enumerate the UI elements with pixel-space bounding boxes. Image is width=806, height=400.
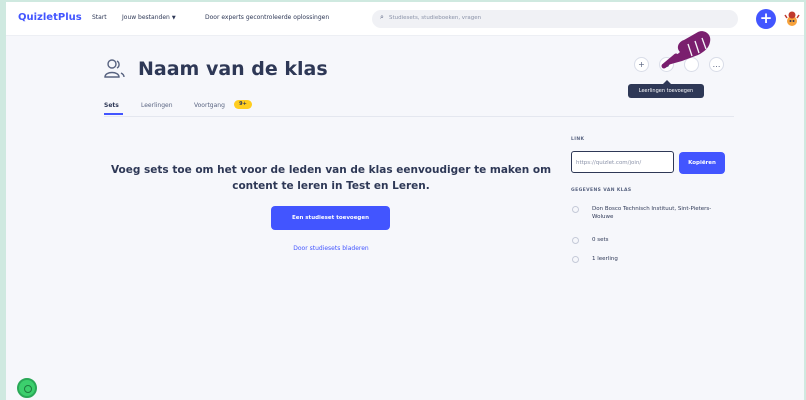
- browse-study-sets-link[interactable]: Door studiesets bladeren: [256, 245, 406, 252]
- search-placeholder: Studiesets, studieboeken, vragen: [389, 15, 482, 21]
- sets-icon: [572, 237, 579, 244]
- class-title: Naam van de klas: [138, 58, 328, 80]
- nav-your-files[interactable]: Jouw bestanden ▼: [122, 14, 176, 21]
- tab-students[interactable]: Leerlingen: [141, 102, 173, 109]
- add-set-button[interactable]: +: [634, 57, 649, 72]
- search-icon: ⌕: [380, 13, 384, 21]
- school-icon: [572, 206, 579, 213]
- chevron-down-icon: ▼: [171, 15, 176, 21]
- add-students-tooltip: Leerlingen toevoegen: [628, 80, 704, 98]
- pointing-hand-cursor-icon: [661, 31, 711, 69]
- student-icon: [572, 256, 579, 263]
- empty-state-message: Voeg sets toe om het voor de leden van d…: [110, 164, 552, 192]
- progress-badge: 9+: [234, 100, 252, 109]
- link-label: LINK: [571, 137, 585, 142]
- user-avatar[interactable]: [783, 10, 801, 28]
- tab-progress[interactable]: Voortgang: [194, 102, 225, 109]
- tab-sets[interactable]: Sets: [104, 102, 119, 109]
- class-link-field[interactable]: https://quizlet.com/join/: [571, 151, 674, 173]
- help-button[interactable]: [17, 378, 37, 398]
- copy-link-button[interactable]: Kopiëren: [679, 152, 725, 174]
- quizlet-logo[interactable]: QuizletPlus: [18, 12, 82, 23]
- tabs-divider: [104, 116, 734, 117]
- class-details-label: GEGEVENS VAN KLAS: [571, 188, 632, 193]
- nav-expert-solutions[interactable]: Door experts gecontroleerde oplossingen: [205, 14, 329, 21]
- active-tab-indicator: [104, 113, 123, 115]
- school-name: Don Bosco Technisch Instituut, Sint-Piet…: [592, 206, 712, 220]
- class-group-icon: [104, 59, 125, 78]
- search-bar[interactable]: ⌕ Studiesets, studieboeken, vragen: [372, 10, 738, 28]
- create-plus-button[interactable]: +: [756, 9, 776, 29]
- class-page: QuizletPlus Start Jouw bestanden ▼ Door e…: [6, 2, 804, 400]
- students-count: 1 leerling: [592, 256, 618, 262]
- sets-count: 0 sets: [592, 237, 609, 243]
- nav-your-files-label: Jouw bestanden: [122, 14, 170, 21]
- add-study-set-button[interactable]: Een studieset toevoegen: [271, 206, 390, 230]
- nav-start[interactable]: Start: [92, 14, 107, 21]
